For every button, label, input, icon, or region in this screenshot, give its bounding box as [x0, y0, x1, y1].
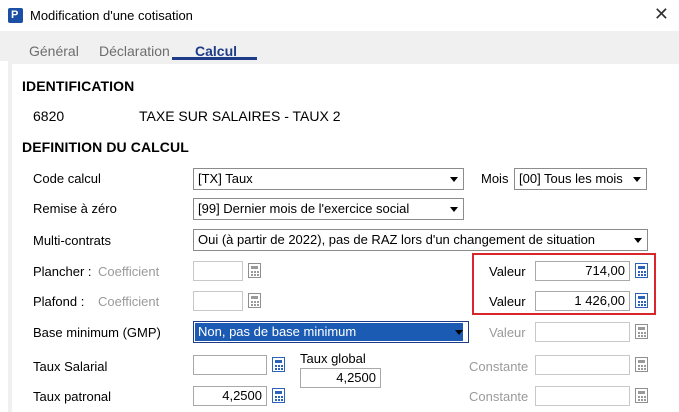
mois-value: [00] Tous les mois — [519, 171, 623, 186]
app-icon — [8, 8, 23, 23]
plafond-coefficient-label: Coefficient — [98, 294, 160, 309]
code-calcul-label: Code calcul — [33, 171, 101, 186]
chevron-down-icon — [634, 238, 642, 243]
taux-global-label: Taux global — [300, 351, 366, 366]
tab-bar: Général Déclaration Calcul — [0, 31, 679, 61]
base-minimum-value: Non, pas de base minimum — [195, 323, 463, 341]
plafond-coefficient-input[interactable] — [193, 291, 243, 311]
calculator-icon[interactable] — [635, 263, 648, 278]
active-tab-indicator — [172, 57, 257, 60]
remise-zero-select[interactable]: [99] Dernier mois de l'exercice social — [193, 198, 464, 220]
chevron-down-icon — [450, 177, 458, 182]
calculator-icon[interactable] — [635, 357, 648, 372]
plancher-coefficient-label: Coefficient — [98, 264, 160, 279]
taux-salarial-label: Taux Salarial — [33, 359, 108, 374]
cotisation-name: TAXE SUR SALAIRES - TAUX 2 — [139, 108, 341, 124]
base-minimum-select[interactable]: Non, pas de base minimum — [193, 321, 469, 343]
constante-input[interactable] — [535, 386, 630, 406]
constante-input[interactable] — [535, 355, 630, 375]
constante-label: Constante — [469, 359, 529, 374]
tab-declaration[interactable]: Déclaration — [99, 43, 170, 59]
mois-select[interactable]: [00] Tous les mois — [514, 168, 647, 190]
mois-label: Mois — [481, 171, 509, 186]
constante-label: Constante — [469, 389, 529, 404]
multi-contrats-label: Multi-contrats — [33, 233, 112, 248]
chevron-down-icon — [633, 177, 641, 182]
base-minimum-label: Base minimum (GMP) — [33, 325, 161, 340]
close-icon[interactable]: ✕ — [654, 4, 669, 24]
plancher-coefficient-input[interactable] — [193, 261, 243, 281]
remise-zero-value: [99] Dernier mois de l'exercice social — [198, 201, 410, 216]
definition-heading: DEFINITION DU CALCUL — [22, 139, 189, 155]
taux-patronal-label: Taux patronal — [33, 389, 112, 404]
cotisation-code: 6820 — [33, 108, 65, 124]
calculator-icon[interactable] — [248, 293, 261, 308]
chevron-down-icon — [455, 330, 463, 335]
calculator-icon[interactable] — [272, 357, 285, 372]
plafond-label: Plafond : — [33, 294, 85, 309]
calculator-icon[interactable] — [635, 293, 648, 308]
calculator-icon[interactable] — [248, 263, 261, 278]
code-calcul-select[interactable]: [TX] Taux — [193, 168, 464, 190]
remise-zero-label: Remise à zéro — [33, 201, 117, 216]
calculator-icon[interactable] — [635, 324, 648, 339]
plancher-valeur-input[interactable]: 714,00 — [535, 261, 630, 281]
taux-global-input[interactable]: 4,2500 — [300, 368, 381, 388]
base-minimum-valeur-input[interactable] — [535, 322, 630, 342]
calculator-icon[interactable] — [272, 388, 285, 403]
calculator-icon[interactable] — [635, 388, 648, 403]
plafond-valeur-label: Valeur — [489, 294, 526, 309]
plancher-label: Plancher : — [33, 264, 92, 279]
base-minimum-valeur-label: Valeur — [489, 325, 526, 340]
identification-heading: IDENTIFICATION — [22, 78, 135, 94]
title-bar: Modification d'une cotisation ✕ — [0, 0, 679, 32]
multi-contrats-value: Oui (à partir de 2022), pas de RAZ lors … — [198, 232, 596, 247]
chevron-down-icon — [450, 207, 458, 212]
window-title: Modification d'une cotisation — [30, 8, 193, 23]
tab-general[interactable]: Général — [29, 43, 79, 59]
taux-salarial-input[interactable] — [193, 355, 267, 375]
taux-patronal-input[interactable]: 4,2500 — [193, 386, 267, 406]
plafond-valeur-input[interactable]: 1 426,00 — [535, 291, 630, 311]
multi-contrats-select[interactable]: Oui (à partir de 2022), pas de RAZ lors … — [193, 229, 648, 251]
code-calcul-value: [TX] Taux — [198, 171, 253, 186]
plancher-valeur-label: Valeur — [489, 264, 526, 279]
